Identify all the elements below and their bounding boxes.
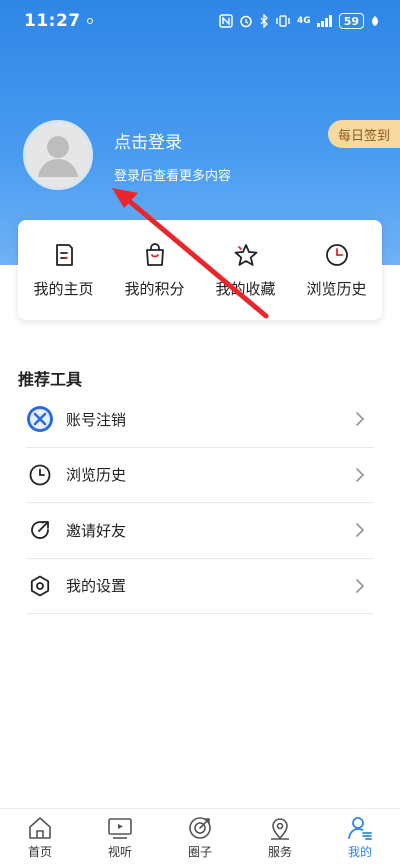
quick-link-my-favorites[interactable]: 我的收藏 — [202, 242, 290, 299]
note-icon — [55, 243, 73, 266]
location-icon — [271, 818, 289, 840]
quick-link-my-points[interactable]: 我的积分 — [111, 242, 199, 299]
chevron-right-icon — [356, 578, 365, 593]
quick-link-label: 我的主页 — [33, 279, 94, 298]
tool-item-my-settings[interactable]: 我的设置 — [26, 559, 374, 614]
tab-mine[interactable]: 我的 — [325, 815, 395, 860]
signal-label: 4G — [297, 16, 311, 26]
quick-link-label: 我的积分 — [124, 279, 185, 298]
nfc-icon — [219, 14, 233, 28]
tool-item-label: 浏览历史 — [66, 466, 127, 485]
compass-icon — [189, 817, 211, 839]
vibrate-icon — [275, 14, 291, 28]
star-icon — [234, 243, 257, 266]
section-title-recommended-tools: 推荐工具 — [18, 370, 83, 389]
tab-label: 视听 — [107, 845, 132, 859]
quick-links-card: 我的主页 我的积分 我的收藏 浏览历史 — [18, 220, 382, 320]
tab-label: 首页 — [27, 845, 52, 859]
signal-icon — [316, 15, 333, 27]
login-title[interactable]: 点击登录 — [114, 128, 182, 153]
avatar[interactable] — [23, 120, 93, 190]
quick-link-label: 我的收藏 — [215, 279, 276, 298]
chevron-right-icon — [356, 412, 365, 427]
alarm-icon — [239, 14, 253, 28]
quick-link-my-homepage[interactable]: 我的主页 — [20, 242, 108, 299]
tab-label: 我的 — [347, 845, 372, 859]
clock-icon — [26, 461, 54, 489]
user-placeholder-icon — [38, 136, 78, 177]
cancel-account-icon — [26, 405, 54, 433]
status-bar: 11:27 4G 59 — [0, 0, 400, 42]
tab-label: 圈子 — [187, 845, 212, 859]
quick-link-browse-history[interactable]: 浏览历史 — [293, 242, 381, 299]
quick-link-label: 浏览历史 — [306, 279, 367, 298]
tool-item-invite-friends[interactable]: 邀请好友 — [26, 503, 374, 559]
tool-item-label: 邀请好友 — [66, 521, 127, 540]
shopping-bag-icon — [145, 242, 164, 266]
tab-circle[interactable]: 圈子 — [165, 815, 235, 860]
tab-services[interactable]: 服务 — [245, 815, 315, 860]
tool-item-label: 账号注销 — [66, 410, 127, 429]
login-subtitle: 登录后查看更多内容 — [114, 169, 232, 184]
status-time: 11:27 — [24, 11, 81, 31]
tab-home[interactable]: 首页 — [5, 815, 75, 860]
bottom-tab-bar: 首页 视听 圈子 服务 我的 — [0, 808, 400, 866]
notification-dot-icon — [86, 18, 93, 24]
tool-item-browse-history[interactable]: 浏览历史 — [26, 448, 374, 503]
chevron-right-icon — [356, 467, 365, 482]
chevron-right-icon — [356, 523, 365, 538]
battery-level: 59 — [338, 13, 364, 29]
leaf-icon — [370, 15, 380, 27]
share-icon — [26, 516, 54, 544]
tv-icon — [108, 818, 132, 839]
bluetooth-icon — [259, 14, 269, 28]
home-icon — [29, 817, 51, 839]
tool-list: 账号注销 浏览历史 邀请好友 我的设置 — [26, 392, 374, 614]
profile-icon — [348, 817, 372, 840]
tool-item-label: 我的设置 — [66, 577, 127, 596]
tab-audio-video[interactable]: 视听 — [85, 815, 155, 860]
settings-icon — [26, 572, 54, 600]
tool-item-cancel-account[interactable]: 账号注销 — [26, 392, 374, 448]
daily-signin-button[interactable]: 每日签到 — [328, 120, 400, 148]
tab-label: 服务 — [267, 845, 292, 859]
clock-icon — [325, 243, 348, 266]
